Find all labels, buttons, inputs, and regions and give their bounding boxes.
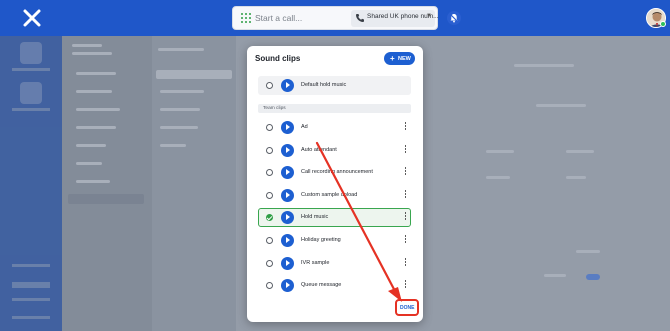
clip-row[interactable]: Custom sample upload [258,186,411,205]
radio-button[interactable] [266,124,273,131]
left-navigation [0,36,62,331]
notifications-button[interactable] [447,11,461,25]
dialpad-icon[interactable] [240,12,252,24]
clip-row[interactable]: Holiday greeting [258,231,411,250]
play-icon[interactable] [281,233,294,247]
play-icon[interactable] [281,188,294,202]
clip-name: Default hold music [301,81,347,88]
more-options-icon[interactable] [404,122,407,133]
clip-name: Call recording announcement [301,168,373,175]
clip-name: Custom sample upload [301,191,358,198]
radio-button[interactable] [266,260,273,267]
more-options-icon[interactable] [404,212,407,223]
play-icon[interactable] [281,78,294,92]
clip-row[interactable]: IVR sample [258,254,411,273]
more-options-icon[interactable] [404,167,407,178]
section-header: Team clips [258,104,411,113]
chevron-down-icon: ▼ [426,13,432,19]
radio-button[interactable] [266,147,273,154]
sound-clips-dialog: Sound clips + NEW Default hold music Tea… [247,46,423,322]
clip-default-hold-music[interactable]: Default hold music [258,76,411,95]
radio-button[interactable] [266,192,273,199]
radio-button[interactable] [266,169,273,176]
play-icon[interactable] [281,210,294,224]
clip-row[interactable]: Auto attendant [258,141,411,160]
plus-icon: + [390,54,395,63]
call-input[interactable]: Start a call... [255,13,302,23]
nav-label-placeholder [12,264,50,267]
new-button-label: NEW [398,55,411,62]
dialog-title: Sound clips [255,54,301,63]
more-options-icon[interactable] [404,190,407,201]
nav-label-placeholder [12,316,50,319]
clip-name: Queue message [301,281,342,288]
clip-row-selected[interactable]: Hold music [258,208,411,227]
nav-label-placeholder [12,282,50,288]
radio-button[interactable] [266,237,273,244]
nav-icon[interactable] [20,42,42,64]
nav-label-placeholder [12,298,50,301]
clip-name: Auto attendant [301,146,337,153]
phone-icon [356,14,364,22]
done-button[interactable]: DONE [395,299,419,316]
new-clip-button[interactable]: + NEW [384,52,415,65]
clip-row[interactable]: Queue message [258,276,411,295]
phone-number-select[interactable]: Shared UK phone num... ▼ [351,10,439,27]
clip-name: IVR sample [301,259,330,266]
more-options-icon[interactable] [404,145,407,156]
clip-row[interactable]: Ad [258,118,411,137]
clip-row[interactable]: Call recording announcement [258,163,411,182]
more-options-icon[interactable] [404,280,407,291]
radio-button[interactable] [266,82,273,89]
nav-icon[interactable] [20,82,42,104]
online-status-indicator [660,21,666,27]
background-settings-panel [62,36,152,331]
more-options-icon[interactable] [404,258,407,269]
play-icon[interactable] [281,120,294,134]
clip-name: Holiday greeting [301,236,341,243]
background-config-panel [152,36,236,331]
radio-button[interactable] [266,282,273,289]
app-logo[interactable] [22,8,42,28]
play-icon[interactable] [281,278,294,292]
clip-name: Ad [301,123,308,130]
section-label: Team clips [263,105,286,111]
top-bar: Start a call... Shared UK phone num... ▼ [0,0,670,36]
nav-label-placeholder [12,68,50,71]
nav-label-placeholder [12,108,50,111]
done-button-label: DONE [400,304,415,311]
play-icon[interactable] [281,143,294,157]
clip-name: Hold music [301,213,329,220]
more-options-icon[interactable] [404,235,407,246]
play-icon[interactable] [281,165,294,179]
selected-check-icon[interactable] [266,214,273,221]
start-call-box[interactable]: Start a call... Shared UK phone num... ▼ [232,6,439,30]
play-icon[interactable] [281,256,294,270]
bell-off-icon [450,14,458,23]
